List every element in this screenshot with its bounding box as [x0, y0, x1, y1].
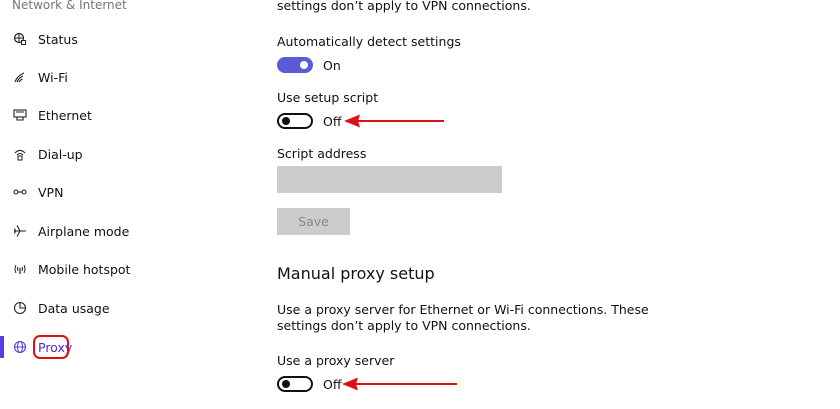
save-button: Save	[277, 208, 350, 235]
ethernet-icon	[12, 107, 28, 123]
globe-plug-icon	[12, 31, 28, 47]
sidebar-item-mobile-hotspot[interactable]: Mobile hotspot	[0, 250, 240, 288]
toggle-knob	[282, 117, 290, 125]
auto-detect-toggle[interactable]	[277, 57, 313, 73]
vpn-icon	[12, 184, 28, 200]
sidebar-item-label: Wi-Fi	[38, 69, 68, 85]
sidebar-item-status[interactable]: Status	[0, 20, 240, 58]
wifi-icon	[12, 69, 28, 85]
globe-icon	[12, 339, 28, 355]
dialup-icon	[12, 146, 28, 162]
sidebar-item-label: Airplane mode	[38, 223, 130, 239]
automatic-setup-note: settings don’t apply to VPN connections.	[277, 0, 531, 13]
manual-proxy-heading: Manual proxy setup	[277, 264, 435, 283]
setup-script-toggle[interactable]	[277, 113, 313, 129]
toggle-knob	[282, 380, 290, 388]
sidebar: Network & Internet Status Wi-Fi Ethernet…	[0, 0, 240, 409]
sidebar-item-ethernet[interactable]: Ethernet	[0, 96, 240, 134]
use-proxy-toggle[interactable]	[277, 376, 313, 392]
sidebar-header: Network & Internet	[12, 0, 127, 12]
script-address-input[interactable]	[277, 166, 502, 193]
auto-detect-state: On	[323, 58, 341, 73]
annotation-arrow-setup-script	[344, 114, 444, 128]
use-proxy-state: Off	[323, 377, 342, 392]
hotspot-icon	[12, 261, 28, 277]
sidebar-item-label: Data usage	[38, 300, 110, 316]
sidebar-item-label: VPN	[38, 184, 64, 200]
annotation-highlight-box	[33, 335, 69, 359]
sidebar-item-dialup[interactable]: Dial-up	[0, 135, 240, 173]
manual-proxy-description-line2: settings don’t apply to VPN connections.	[277, 318, 531, 333]
setup-script-label: Use setup script	[277, 90, 379, 105]
setup-script-state: Off	[323, 114, 342, 129]
sidebar-item-airplane-mode[interactable]: Airplane mode	[0, 212, 240, 250]
sidebar-item-label: Status	[38, 31, 78, 47]
sidebar-item-label: Ethernet	[38, 107, 92, 123]
sidebar-item-vpn[interactable]: VPN	[0, 173, 240, 211]
script-address-label: Script address	[277, 146, 367, 161]
data-usage-icon	[12, 300, 28, 316]
airplane-icon	[12, 223, 28, 239]
sidebar-item-wifi[interactable]: Wi-Fi	[0, 58, 240, 96]
sidebar-item-data-usage[interactable]: Data usage	[0, 289, 240, 327]
auto-detect-label: Automatically detect settings	[277, 34, 461, 49]
manual-proxy-description-line1: Use a proxy server for Ethernet or Wi-Fi…	[277, 302, 649, 317]
annotation-arrow-use-proxy	[342, 377, 457, 391]
toggle-knob	[300, 61, 308, 69]
sidebar-item-label: Mobile hotspot	[38, 261, 131, 277]
use-proxy-label: Use a proxy server	[277, 353, 395, 368]
sidebar-item-label: Dial-up	[38, 146, 83, 162]
